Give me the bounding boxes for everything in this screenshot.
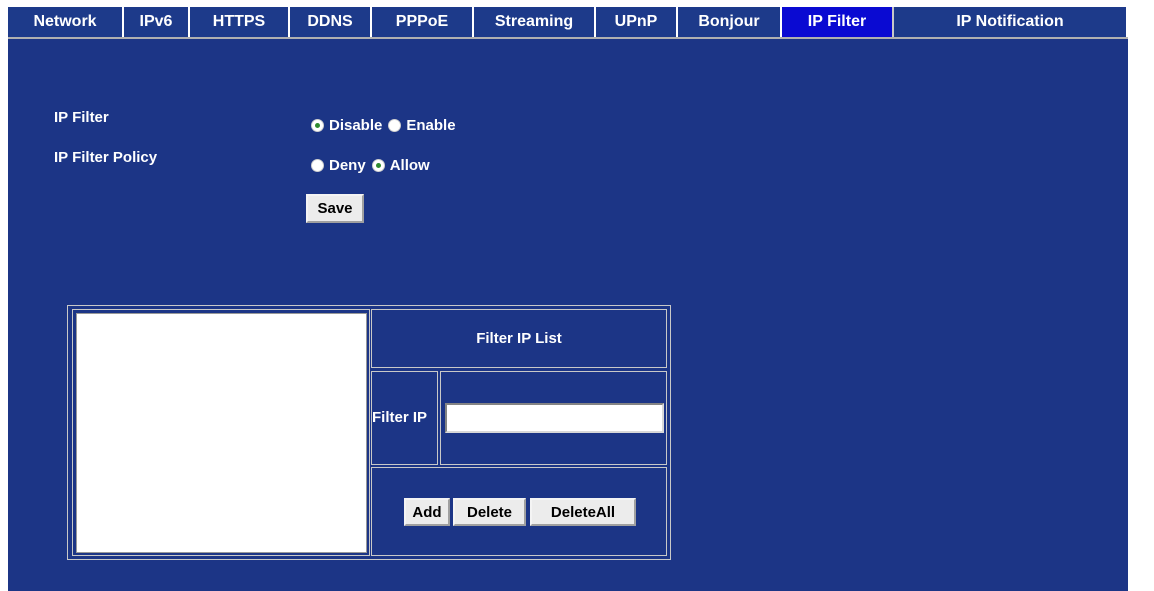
- policy-deny-radio[interactable]: [311, 159, 324, 172]
- tab-bonjour[interactable]: Bonjour: [678, 7, 782, 37]
- save-button[interactable]: Save: [306, 194, 364, 223]
- tab-streaming[interactable]: Streaming: [474, 7, 596, 37]
- tab-https[interactable]: HTTPS: [190, 7, 290, 37]
- policy-allow-radio[interactable]: [371, 159, 385, 172]
- policy-allow-label: Allow: [389, 157, 430, 174]
- ip-filter-label: IP Filter: [54, 109, 109, 126]
- delete-all-button[interactable]: DeleteAll: [530, 498, 636, 526]
- policy-deny-label: Deny: [329, 157, 366, 174]
- delete-button[interactable]: Delete: [453, 498, 526, 526]
- ip-filter-policy-radio-group: Deny Allow: [311, 157, 436, 174]
- filter-list-title: Filter IP List: [476, 330, 562, 347]
- tab-network[interactable]: Network: [8, 7, 124, 37]
- tab-ip-filter[interactable]: IP Filter: [782, 7, 894, 37]
- filter-ip-listbox[interactable]: [76, 313, 367, 553]
- tab-pppoe[interactable]: PPPoE: [372, 7, 474, 37]
- ip-filter-enable-label: Enable: [406, 117, 456, 134]
- filter-ip-label: Filter IP: [372, 409, 428, 426]
- add-button[interactable]: Add: [404, 498, 450, 526]
- tab-upnp[interactable]: UPnP: [596, 7, 678, 37]
- tab-bar: Network IPv6 HTTPS DDNS PPPoE Streaming …: [8, 7, 1128, 37]
- ip-filter-disable-radio[interactable]: [311, 119, 324, 132]
- tab-ddns[interactable]: DDNS: [290, 7, 372, 37]
- ip-filter-disable-label: Disable: [329, 117, 383, 134]
- tab-ip-notification[interactable]: IP Notification: [894, 7, 1128, 37]
- tab-ipv6[interactable]: IPv6: [124, 7, 190, 37]
- filter-ip-input[interactable]: [445, 403, 664, 433]
- ip-filter-enable-radio[interactable]: [388, 119, 402, 132]
- ip-filter-radio-group: Disable Enable: [311, 117, 462, 134]
- ip-filter-policy-label: IP Filter Policy: [54, 149, 158, 166]
